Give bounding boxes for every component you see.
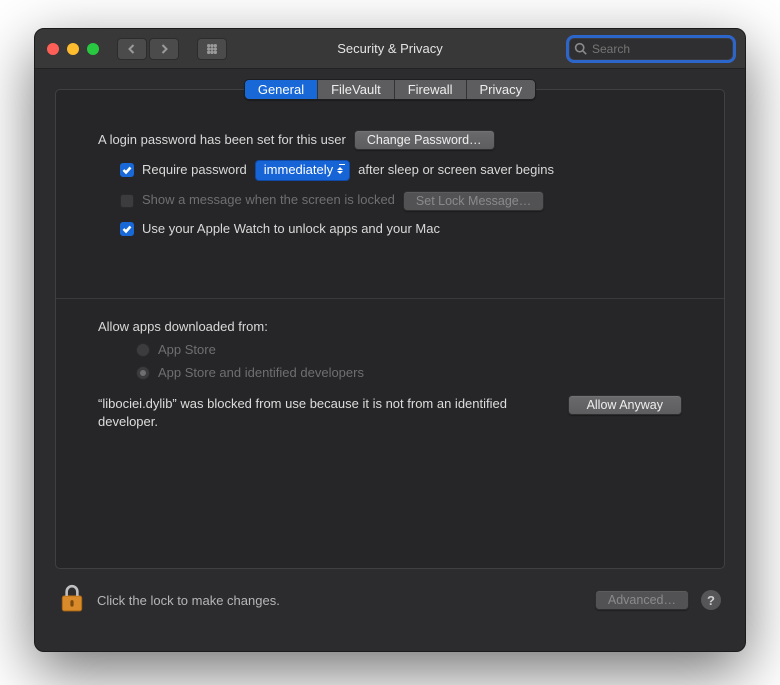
minimize-icon[interactable] bbox=[67, 43, 79, 55]
require-password-checkbox[interactable] bbox=[120, 163, 134, 177]
system-preferences-window: Security & Privacy General FileVault Fir… bbox=[34, 28, 746, 652]
settings-panel: General FileVault Firewall Privacy A log… bbox=[55, 89, 725, 569]
back-button[interactable] bbox=[117, 38, 147, 60]
change-password-button[interactable]: Change Password… bbox=[354, 130, 495, 150]
chevron-left-icon bbox=[127, 44, 137, 54]
search-input[interactable] bbox=[569, 38, 733, 60]
search-wrapper bbox=[569, 38, 733, 60]
footer: Click the lock to make changes. Advanced… bbox=[55, 569, 725, 631]
titlebar: Security & Privacy bbox=[35, 29, 745, 69]
lock-hint-text: Click the lock to make changes. bbox=[97, 593, 583, 608]
blocked-app-message: “libociei.dylib” was blocked from use be… bbox=[98, 395, 552, 430]
tab-bar: General FileVault Firewall Privacy bbox=[244, 79, 536, 100]
close-icon[interactable] bbox=[47, 43, 59, 55]
radio-identified-developers-label: App Store and identified developers bbox=[158, 365, 364, 382]
show-message-label: Show a message when the screen is locked bbox=[142, 192, 395, 209]
show-all-button[interactable] bbox=[197, 38, 227, 60]
tab-filevault[interactable]: FileVault bbox=[318, 80, 395, 99]
window-controls bbox=[47, 43, 99, 55]
require-password-delay-select[interactable]: immediately bbox=[255, 160, 350, 181]
allow-apps-heading: Allow apps downloaded from: bbox=[98, 319, 268, 336]
zoom-icon[interactable] bbox=[87, 43, 99, 55]
check-icon bbox=[122, 224, 132, 234]
radio-identified-developers[interactable] bbox=[136, 366, 150, 380]
show-message-checkbox[interactable] bbox=[120, 194, 134, 208]
check-icon bbox=[122, 165, 132, 175]
require-password-label-pre: Require password bbox=[142, 162, 247, 179]
help-button[interactable]: ? bbox=[701, 590, 721, 610]
grid-icon bbox=[207, 44, 217, 54]
lock-icon bbox=[59, 583, 85, 613]
set-lock-message-button[interactable]: Set Lock Message… bbox=[403, 191, 544, 211]
login-password-label: A login password has been set for this u… bbox=[98, 132, 346, 149]
tab-firewall[interactable]: Firewall bbox=[395, 80, 467, 99]
require-password-delay-value: immediately bbox=[264, 162, 333, 177]
apple-watch-label: Use your Apple Watch to unlock apps and … bbox=[142, 221, 440, 238]
forward-button[interactable] bbox=[149, 38, 179, 60]
tab-privacy[interactable]: Privacy bbox=[467, 80, 536, 99]
radio-app-store[interactable] bbox=[136, 343, 150, 357]
apple-watch-checkbox[interactable] bbox=[120, 222, 134, 236]
lock-button[interactable] bbox=[59, 583, 85, 618]
chevron-right-icon bbox=[159, 44, 169, 54]
advanced-button[interactable]: Advanced… bbox=[595, 590, 689, 610]
content-area: General FileVault Firewall Privacy A log… bbox=[35, 69, 745, 651]
search-icon bbox=[574, 42, 587, 55]
radio-app-store-label: App Store bbox=[158, 342, 216, 359]
allow-anyway-button[interactable]: Allow Anyway bbox=[568, 395, 682, 415]
require-password-label-post: after sleep or screen saver begins bbox=[358, 162, 554, 179]
updown-chevron-icon bbox=[337, 163, 345, 177]
tab-general[interactable]: General bbox=[245, 80, 318, 99]
